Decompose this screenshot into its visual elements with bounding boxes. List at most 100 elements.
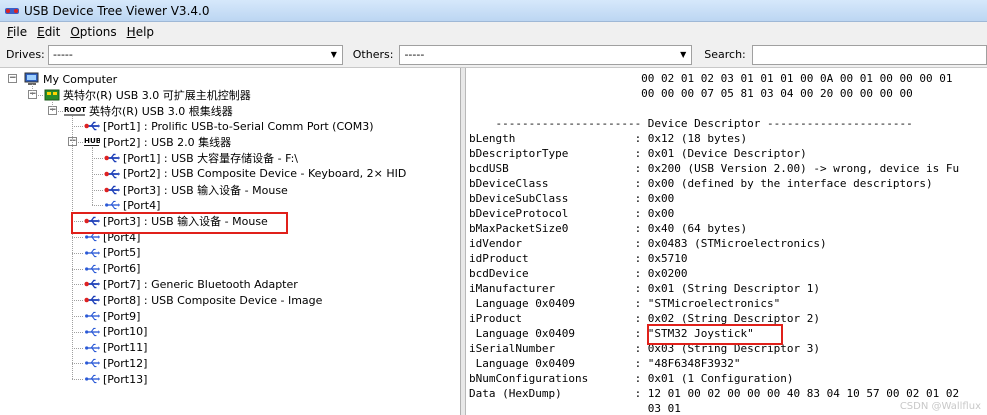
tree-item-label: [Port8] : USB Composite Device - Image — [103, 293, 323, 307]
usb-port-icon — [84, 372, 100, 386]
tree-item[interactable]: HUB [Port2] : USB 2.0 集线器 — [84, 134, 231, 150]
tree-item[interactable]: [Port2] : USB Composite Device - Keyboar… — [104, 166, 406, 182]
tree-item[interactable]: [Port12] — [84, 355, 147, 371]
detail-line: Language 0x0409 : "48F6348F3932" — [469, 357, 741, 370]
device-details[interactable]: 00 02 01 02 03 01 01 01 00 0A 00 01 00 0… — [466, 68, 987, 415]
detail-line: bLength : 0x12 (18 bytes) — [469, 132, 748, 145]
search-input[interactable] — [751, 44, 987, 65]
menu-item-key: E — [37, 25, 45, 39]
menu-item[interactable]: Options — [65, 25, 121, 39]
chevron-down-icon[interactable]: ▼ — [326, 46, 342, 64]
menu-item-key: O — [70, 25, 80, 39]
tree-item-label: [Port11] — [103, 341, 148, 355]
others-select-value: ----- — [404, 48, 425, 61]
svg-text:HUB: HUB — [84, 136, 100, 145]
tree-connector — [72, 268, 83, 270]
tree-connector — [72, 300, 83, 302]
menu-item[interactable]: Help — [122, 25, 159, 39]
tree-item-label: [Port3] : USB 输入设备 - Mouse — [123, 183, 288, 197]
title-bar: USB Device Tree Viewer V3.4.0 — [0, 0, 987, 22]
detail-line: bMaxPacketSize0 : 0x40 (64 bytes) — [469, 222, 748, 235]
tree-connector — [92, 205, 103, 207]
tree-item-label: [Port10] — [103, 325, 148, 339]
tree-item-label: [Port6] — [103, 262, 141, 276]
tree-item[interactable]: [Port9] — [84, 308, 140, 324]
tree-item-label: [Port12] — [103, 356, 148, 370]
svg-text:ROOT: ROOT — [64, 106, 86, 114]
tree-item[interactable]: [Port11] — [84, 340, 147, 356]
chevron-down-icon[interactable]: ▼ — [675, 46, 691, 64]
tree-item[interactable]: [Port1] : USB 大容量存储设备 - F:\ — [104, 150, 298, 166]
tree-item-label: [Port5] — [103, 246, 141, 260]
tree-item[interactable]: 英特尔(R) USB 3.0 可扩展主机控制器 — [44, 87, 251, 103]
detail-line: bDeviceClass : 0x00 (defined by the inte… — [469, 177, 933, 190]
device-tree[interactable]: My Computer − 英特尔(R) USB 3.0 可扩展主机控制器 − ROOT… — [0, 68, 461, 415]
usb-app-icon — [4, 3, 20, 19]
root-hub-icon: ROOT — [64, 104, 86, 118]
menu-bar: File Edit Options Help — [0, 22, 987, 42]
usb-port-icon — [84, 325, 100, 339]
tree-connector — [72, 316, 83, 317]
detail-line: idVendor : 0x0483 (STMicroelectronics) — [469, 237, 827, 250]
usb-device-icon — [104, 151, 120, 165]
watermark: CSDN @Wallflux — [899, 401, 981, 412]
toolbar: Drives: ----- ▼ Others: ----- ▼ Search: — [0, 42, 987, 68]
menu-item[interactable]: Edit — [32, 25, 65, 39]
tree-item[interactable]: [Port5] — [84, 245, 140, 261]
tree-item[interactable]: [Port8] : USB Composite Device - Image — [84, 292, 322, 308]
tree-connector — [72, 379, 83, 381]
tree-item[interactable]: [Port4] — [104, 197, 160, 213]
others-select[interactable]: ----- ▼ — [399, 44, 693, 65]
tree-connector — [72, 126, 83, 128]
usb-device-icon — [104, 167, 120, 181]
tree-item-label: [Port4] — [123, 198, 161, 212]
tree-item[interactable]: [Port13] — [84, 371, 147, 387]
usb-port-icon — [84, 309, 100, 323]
others-label: Others: — [352, 48, 394, 61]
tree-connector — [72, 252, 83, 254]
drives-select[interactable]: ----- ▼ — [48, 44, 343, 65]
detail-line: 03 01 — [469, 402, 681, 415]
menu-item-label: elp — [135, 25, 155, 39]
tree-connector — [72, 284, 83, 286]
usb-device-icon — [84, 293, 100, 307]
tree-item-label: 英特尔(R) USB 3.0 可扩展主机控制器 — [63, 88, 251, 102]
tree-item-label: [Port2] : USB Composite Device - Keyboar… — [123, 167, 407, 181]
usb-port-icon — [84, 341, 100, 355]
usb-port-icon — [84, 262, 100, 276]
tree-item[interactable]: [Port10] — [84, 324, 147, 340]
tree-item-label: 英特尔(R) USB 3.0 根集线器 — [89, 104, 233, 118]
tree-item[interactable]: [Port1] : Prolific USB-to-Serial Comm Po… — [84, 118, 374, 134]
tree-connector — [72, 363, 83, 365]
detail-line: Language 0x0409 : "STMicroelectronics" — [469, 297, 781, 310]
detail-line: Data (HexDump) : 12 01 00 02 00 00 00 40… — [469, 387, 960, 400]
menu-item[interactable]: File — [2, 25, 32, 39]
detail-line: bDeviceProtocol : 0x00 — [469, 207, 675, 220]
window-title: USB Device Tree Viewer V3.4.0 — [24, 3, 210, 18]
tree-item-label: [Port1] : Prolific USB-to-Serial Comm Po… — [103, 119, 374, 133]
tree-item-label: [Port7] : Generic Bluetooth Adapter — [103, 277, 298, 291]
drives-select-value: ----- — [53, 48, 73, 61]
usb-device-icon — [104, 183, 120, 197]
tree-connector — [72, 347, 83, 349]
tree-item[interactable]: [Port3] : USB 输入设备 - Mouse — [104, 182, 288, 198]
tree-connector — [72, 115, 73, 380]
detail-line: 00 02 01 02 03 01 01 01 00 0A 00 01 00 0… — [469, 72, 953, 85]
drives-label: Drives: — [6, 48, 45, 61]
detail-line: bDeviceSubClass : 0x00 — [469, 192, 675, 205]
tree-item[interactable]: [Port6] — [84, 261, 140, 277]
tree-connector — [92, 147, 93, 206]
tree-item[interactable]: ROOT 英特尔(R) USB 3.0 根集线器 — [64, 103, 233, 119]
usb-port-icon — [104, 198, 120, 212]
detail-line: idProduct : 0x5710 — [469, 252, 688, 265]
tree-item[interactable]: [Port7] : Generic Bluetooth Adapter — [84, 276, 298, 292]
usb-device-icon — [84, 119, 100, 133]
tree-item[interactable]: My Computer — [24, 71, 117, 87]
detail-line: bcdUSB : 0x200 (USB Version 2.00) -> wro… — [469, 162, 960, 175]
tree-item-label: [Port2] : USB 2.0 集线器 — [103, 136, 232, 150]
search-label: Search: — [704, 48, 746, 61]
tree-connector — [92, 189, 103, 191]
collapse-toggle[interactable]: − — [8, 74, 17, 83]
detail-line: 00 00 00 07 05 81 03 04 00 20 00 00 00 0… — [469, 87, 913, 100]
detail-line: bNumConfigurations : 0x01 (1 Configurati… — [469, 372, 794, 385]
